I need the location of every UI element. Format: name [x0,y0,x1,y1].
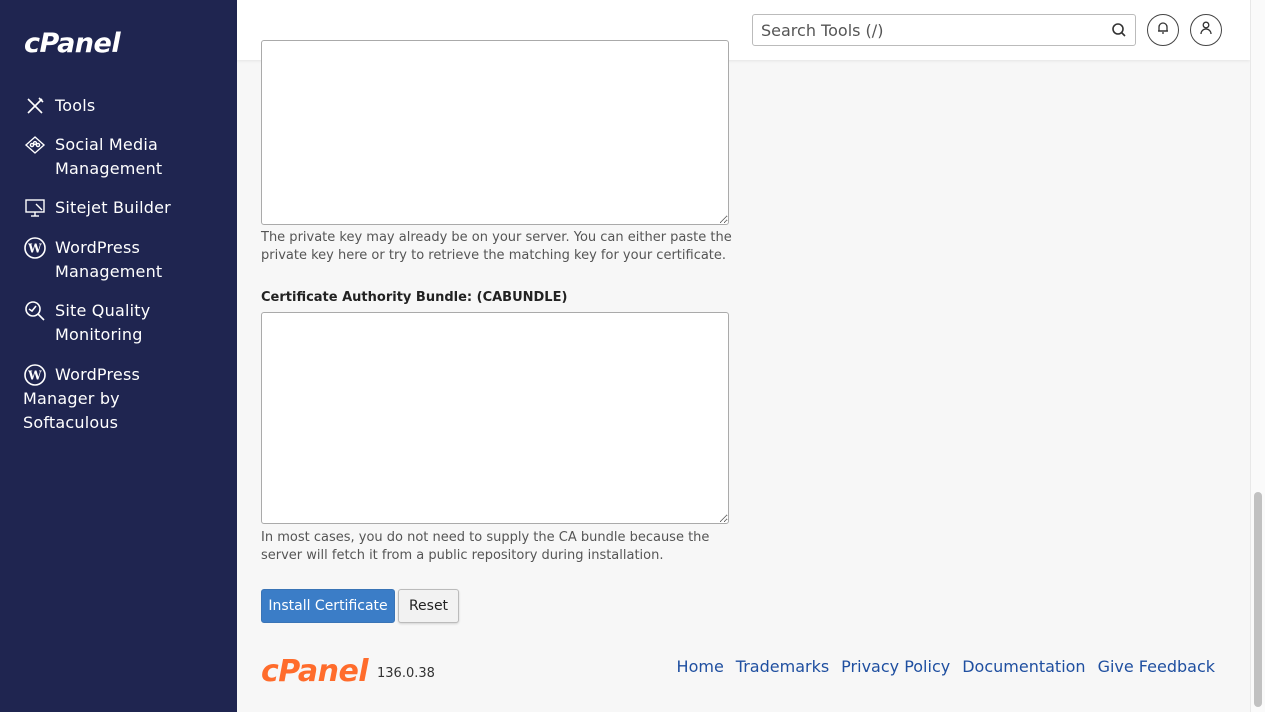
svg-text:W: W [27,369,42,383]
sidebar-item-label: Site Quality Monitoring [55,301,151,344]
sidebar-item-social-media[interactable]: Social Media Management [0,133,237,181]
footer-link-give-feedback[interactable]: Give Feedback [1098,657,1215,676]
user-menu-button[interactable] [1190,14,1222,46]
sidebar-item-wordpress-softaculous[interactable]: W WordPress Manager by Softaculous [0,363,200,435]
scrollbar-thumb[interactable] [1254,492,1262,707]
search-input[interactable] [761,15,1101,45]
private-key-help: The private key may already be on your s… [261,230,732,263]
sitejet-icon [23,196,47,220]
footer-links: Home Trademarks Privacy Policy Documenta… [677,657,1215,676]
sidebar-item-label: Sitejet Builder [55,198,171,217]
private-key-textarea[interactable] [261,40,729,225]
search-box[interactable] [752,14,1136,46]
version-text: 136.0.38 [377,666,435,681]
footer-link-home[interactable]: Home [677,657,724,676]
wordpress-icon: W [23,363,47,387]
sidebar-item-label: WordPress Management [55,238,163,281]
user-icon [1198,20,1214,41]
bell-icon [1155,20,1171,41]
sidebar-item-label: Social Media Management [55,135,163,178]
site-quality-icon [23,299,47,323]
sidebar: cPanel Tools Social Media Management Sit… [0,0,237,712]
cabundle-label: Certificate Authority Bundle: (CABUNDLE) [261,290,568,305]
social-media-icon [23,133,47,157]
cabundle-help: In most cases, you do not need to supply… [261,530,710,563]
footer-link-privacy-policy[interactable]: Privacy Policy [841,657,950,676]
page-scrollbar[interactable] [1250,0,1265,712]
sidebar-item-label: Tools [55,96,96,115]
reset-button[interactable]: Reset [398,589,459,623]
svg-text:W: W [27,242,42,256]
footer-link-trademarks[interactable]: Trademarks [736,657,829,676]
footer-link-documentation[interactable]: Documentation [962,657,1085,676]
tools-icon [23,94,47,118]
sidebar-item-site-quality[interactable]: Site Quality Monitoring [0,299,237,347]
cpanel-logo[interactable]: cPanel [24,28,121,60]
install-certificate-button[interactable]: Install Certificate [261,589,395,623]
cabundle-textarea[interactable] [261,312,729,524]
sidebar-item-sitejet[interactable]: Sitejet Builder [0,196,171,220]
sidebar-item-tools[interactable]: Tools [0,94,95,118]
wordpress-icon: W [23,236,47,260]
search-icon[interactable] [1111,22,1127,38]
notifications-button[interactable] [1147,14,1179,46]
footer-cpanel-logo: cPanel [261,654,369,689]
sidebar-item-wordpress-management[interactable]: W WordPress Management [0,236,237,284]
